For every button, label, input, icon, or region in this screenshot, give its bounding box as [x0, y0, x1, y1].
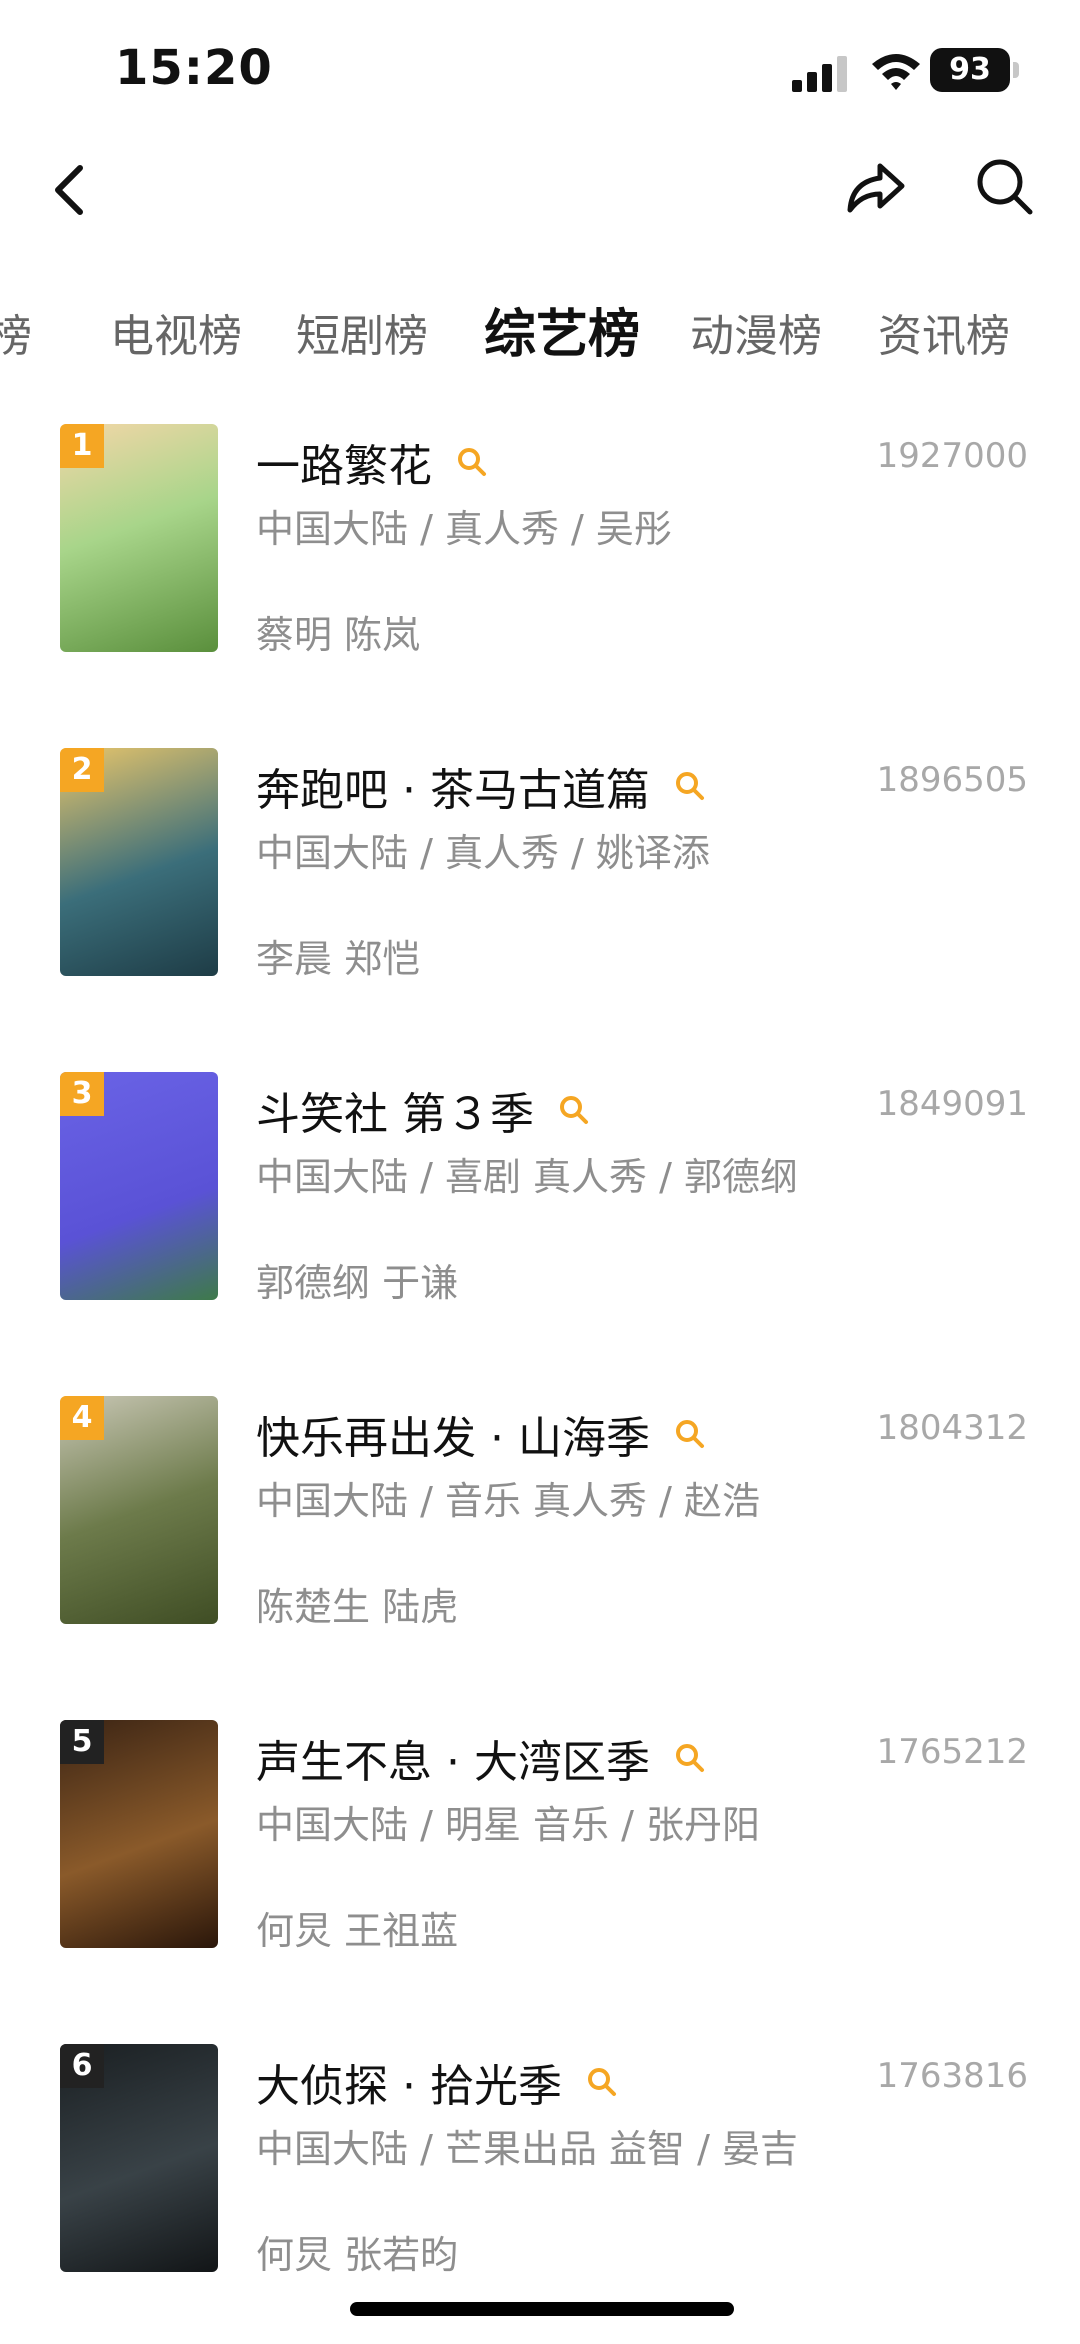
item-title[interactable]: 奔跑吧 · 茶马古道篇: [256, 765, 650, 816]
item-cast: 郭德纲 于谦: [256, 1261, 459, 1305]
poster-image[interactable]: 1: [60, 424, 218, 652]
list-item[interactable]: 2 奔跑吧 · 茶马古道篇 1896505 中国大陆 / 真人秀 / 姚译添 李…: [0, 748, 1080, 1048]
tab-variety[interactable]: 综艺榜: [484, 292, 640, 367]
category-tabs: 榜 电视榜 短剧榜 综艺榜 动漫榜 资讯榜: [0, 290, 1080, 380]
heat-count: 1804312: [876, 1408, 1028, 1448]
tab-tv[interactable]: 电视榜: [110, 300, 242, 364]
search-icon[interactable]: [557, 1093, 591, 1127]
title-row: 斗笑社 第３季: [256, 1078, 856, 1140]
item-title[interactable]: 一路繁花: [256, 441, 432, 492]
home-indicator: [350, 2302, 734, 2316]
item-title[interactable]: 大侦探 · 拾光季: [256, 2061, 562, 2112]
search-icon[interactable]: [970, 152, 1040, 222]
poster-image[interactable]: 5: [60, 1720, 218, 1948]
title-row: 快乐再出发 · 山海季: [256, 1402, 856, 1464]
status-bar: 15:20 93: [0, 0, 1080, 140]
search-icon[interactable]: [455, 445, 489, 479]
list-item[interactable]: 4 快乐再出发 · 山海季 1804312 中国大陆 / 音乐 真人秀 / 赵浩…: [0, 1396, 1080, 1696]
poster-image[interactable]: 4: [60, 1396, 218, 1624]
status-time: 15:20: [115, 40, 273, 96]
heat-count: 1849091: [876, 1084, 1028, 1124]
search-icon[interactable]: [673, 1417, 707, 1451]
poster-image[interactable]: 6: [60, 2044, 218, 2272]
list-item[interactable]: 3 斗笑社 第３季 1849091 中国大陆 / 喜剧 真人秀 / 郭德纲 郭德…: [0, 1072, 1080, 1372]
battery-indicator: 93: [930, 48, 1020, 92]
tab-short-drama[interactable]: 短剧榜: [296, 300, 428, 364]
rank-badge: 5: [60, 1720, 104, 1764]
item-title[interactable]: 斗笑社 第３季: [256, 1089, 534, 1140]
rank-badge: 6: [60, 2044, 104, 2088]
item-meta: 中国大陆 / 明星 音乐 / 张丹阳: [256, 1803, 761, 1847]
title-row: 奔跑吧 · 茶马古道篇: [256, 754, 856, 816]
tab-news[interactable]: 资讯榜: [878, 300, 1010, 364]
chevron-left-icon[interactable]: [40, 150, 100, 230]
rank-badge: 1: [60, 424, 104, 468]
heat-count: 1927000: [876, 436, 1028, 476]
search-icon[interactable]: [673, 1741, 707, 1775]
poster-image[interactable]: 3: [60, 1072, 218, 1300]
item-meta: 中国大陆 / 真人秀 / 吴彤: [256, 507, 672, 551]
share-icon[interactable]: [840, 152, 910, 222]
item-title[interactable]: 声生不息 · 大湾区季: [256, 1737, 650, 1788]
list-item[interactable]: 6 大侦探 · 拾光季 1763816 中国大陆 / 芒果出品 益智 / 晏吉 …: [0, 2044, 1080, 2344]
rank-badge: 4: [60, 1396, 104, 1440]
tab-anime[interactable]: 动漫榜: [690, 300, 822, 364]
item-cast: 陈楚生 陆虎: [256, 1585, 459, 1629]
search-icon[interactable]: [673, 769, 707, 803]
poster-image[interactable]: 2: [60, 748, 218, 976]
search-icon[interactable]: [585, 2065, 619, 2099]
item-title[interactable]: 快乐再出发 · 山海季: [256, 1413, 650, 1464]
signal-icon: [792, 56, 847, 92]
wifi-icon: [872, 54, 920, 90]
title-row: 一路繁花: [256, 430, 856, 492]
item-cast: 何炅 王祖蓝: [256, 1909, 459, 1953]
battery-level: 93: [930, 48, 1010, 92]
item-cast: 何炅 张若昀: [256, 2233, 459, 2277]
item-meta: 中国大陆 / 音乐 真人秀 / 赵浩: [256, 1479, 761, 1523]
heat-count: 1765212: [876, 1732, 1028, 1772]
title-row: 大侦探 · 拾光季: [256, 2050, 856, 2112]
item-meta: 中国大陆 / 喜剧 真人秀 / 郭德纲: [256, 1155, 799, 1199]
item-meta: 中国大陆 / 芒果出品 益智 / 晏吉: [256, 2127, 799, 2171]
battery-tip: [1013, 62, 1019, 78]
heat-count: 1896505: [876, 760, 1028, 800]
list-item[interactable]: 5 声生不息 · 大湾区季 1765212 中国大陆 / 明星 音乐 / 张丹阳…: [0, 1720, 1080, 2020]
rank-badge: 2: [60, 748, 104, 792]
title-row: 声生不息 · 大湾区季: [256, 1726, 856, 1788]
tab-partial[interactable]: 榜: [0, 300, 32, 364]
list-item[interactable]: 1 一路繁花 1927000 中国大陆 / 真人秀 / 吴彤 蔡明 陈岚: [0, 424, 1080, 724]
item-meta: 中国大陆 / 真人秀 / 姚译添: [256, 831, 710, 875]
nav-bar: [0, 140, 1080, 280]
heat-count: 1763816: [876, 2056, 1028, 2096]
item-cast: 李晨 郑恺: [256, 937, 421, 981]
item-cast: 蔡明 陈岚: [256, 613, 421, 657]
rank-badge: 3: [60, 1072, 104, 1116]
